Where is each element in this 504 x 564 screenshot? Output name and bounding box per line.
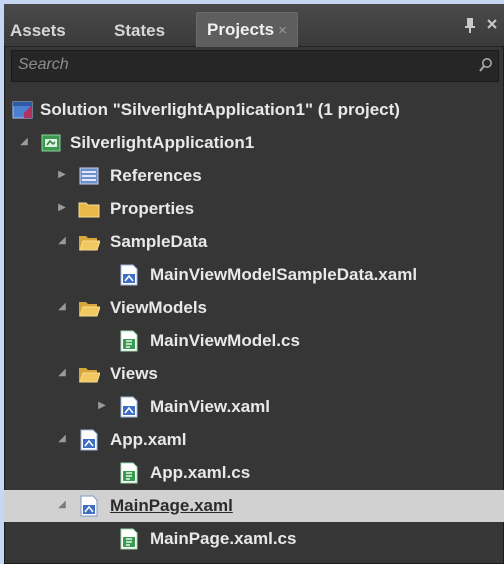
cs-file-icon bbox=[120, 330, 138, 352]
tree-item-label: SilverlightApplication1 bbox=[70, 133, 255, 152]
cs-file-icon bbox=[120, 462, 138, 484]
folder-open-icon bbox=[79, 302, 100, 317]
tree-item-views-file[interactable]: ▶ MainView.xaml bbox=[4, 391, 504, 423]
search-icon[interactable] bbox=[478, 57, 494, 73]
tree-item-label: SampleData bbox=[110, 232, 208, 251]
xaml-file-icon bbox=[120, 264, 138, 286]
xaml-file-icon bbox=[80, 429, 98, 451]
tree-item-label: Properties bbox=[110, 199, 195, 218]
tree-item-label: MainView.xaml bbox=[150, 397, 270, 416]
folder-open-icon bbox=[79, 368, 100, 383]
collapse-arrow-icon[interactable]: ◢ bbox=[56, 301, 68, 313]
tree-item-references[interactable]: ▶ References bbox=[4, 160, 504, 192]
collapse-arrow-icon[interactable]: ◢ bbox=[56, 499, 68, 511]
tree-item-label: Solution "SilverlightApplication1" (1 pr… bbox=[40, 100, 400, 119]
panel-close-icon[interactable] bbox=[486, 17, 498, 35]
tree-item-label: App.xaml bbox=[110, 430, 187, 449]
pin-icon[interactable] bbox=[464, 17, 476, 38]
tree-item-label: MainViewModelSampleData.xaml bbox=[150, 265, 418, 284]
search-box bbox=[11, 50, 499, 82]
tree-item-properties[interactable]: ▶ Properties bbox=[4, 193, 504, 225]
tree-item-project[interactable]: ◢ SilverlightApplication1 bbox=[4, 127, 504, 159]
expand-arrow-icon[interactable]: ◢ bbox=[18, 136, 30, 148]
expand-arrow-icon[interactable]: ▶ bbox=[56, 202, 68, 214]
xaml-file-icon bbox=[80, 495, 98, 517]
xaml-file-icon bbox=[120, 396, 138, 418]
tree-item-viewmodels[interactable]: ◢ ViewModels bbox=[4, 292, 504, 324]
tree-item-label: MainPage.xaml bbox=[110, 496, 233, 515]
expand-arrow-icon[interactable]: ▶ bbox=[56, 169, 68, 181]
tree-item-mainpage-xaml[interactable]: ◢ MainPage.xaml bbox=[4, 490, 504, 522]
tree-item-label: App.xaml.cs bbox=[150, 463, 251, 482]
tab-assets[interactable]: Assets bbox=[10, 17, 66, 46]
tree-item-sampledata[interactable]: ◢ SampleData bbox=[4, 226, 504, 258]
projects-panel: Assets States Projects× Solution "Silver… bbox=[4, 4, 504, 564]
tree-item-solution[interactable]: Solution "SilverlightApplication1" (1 pr… bbox=[4, 94, 504, 126]
tree-item-label: MainPage.xaml.cs bbox=[150, 529, 297, 548]
tree-item-label: ViewModels bbox=[110, 298, 207, 317]
solution-icon bbox=[12, 101, 33, 119]
tree-item-app-xaml[interactable]: ◢ App.xaml bbox=[4, 424, 504, 456]
tab-projects-label: Projects bbox=[207, 20, 275, 39]
collapse-arrow-icon[interactable]: ◢ bbox=[56, 367, 68, 379]
folder-icon bbox=[78, 202, 100, 218]
tree-item-app-cs[interactable]: App.xaml.cs bbox=[4, 457, 504, 489]
tree-item-sampledata-file[interactable]: MainViewModelSampleData.xaml bbox=[4, 259, 504, 291]
tree-item-label: Views bbox=[110, 364, 158, 383]
tree-item-label: MainViewModel.cs bbox=[150, 331, 300, 350]
references-icon bbox=[79, 167, 99, 185]
tab-states[interactable]: States bbox=[114, 17, 165, 46]
collapse-arrow-icon[interactable]: ◢ bbox=[56, 433, 68, 445]
tree-item-label: References bbox=[110, 166, 202, 185]
tab-projects[interactable]: Projects × bbox=[196, 12, 298, 47]
panel-tab-bar: Assets States Projects × bbox=[4, 4, 504, 47]
tab-close-icon[interactable]: × bbox=[278, 22, 287, 39]
expand-arrow-icon[interactable]: ▶ bbox=[96, 400, 108, 412]
collapse-arrow-icon[interactable]: ◢ bbox=[56, 235, 68, 247]
folder-open-icon bbox=[79, 236, 100, 251]
cs-file-icon bbox=[120, 528, 138, 550]
search-input[interactable] bbox=[14, 53, 462, 77]
tree-item-views[interactable]: ◢ Views bbox=[4, 358, 504, 390]
project-icon bbox=[41, 134, 61, 152]
tree-item-viewmodels-file[interactable]: MainViewModel.cs bbox=[4, 325, 504, 357]
tree-item-mainpage-cs[interactable]: MainPage.xaml.cs bbox=[4, 523, 504, 555]
